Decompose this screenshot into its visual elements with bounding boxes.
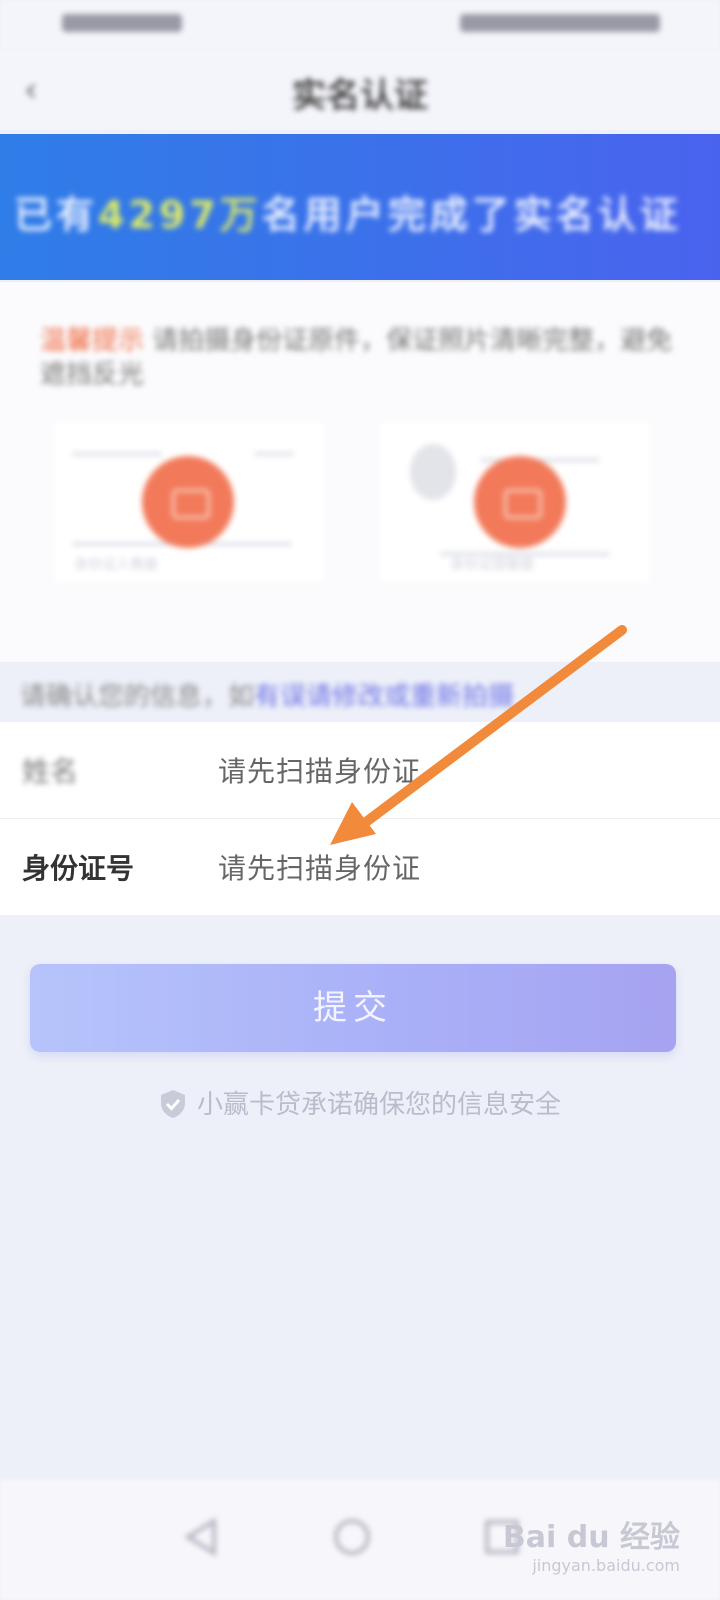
page-title: 实名认证	[292, 76, 428, 116]
confirm-link[interactable]: 有误请修改或重新拍摄	[254, 682, 514, 712]
banner: 已有4297万名用户完成了实名认证	[0, 134, 720, 280]
banner-suffix: 名用户完成了实名认证	[261, 193, 682, 237]
shield-icon	[160, 1090, 185, 1118]
camera-icon[interactable]	[474, 456, 566, 548]
security-note: 小赢卡贷承诺确保您的信息安全	[0, 1084, 720, 1121]
status-bar	[0, 0, 720, 50]
security-note-text: 小赢卡贷承诺确保您的信息安全	[196, 1090, 561, 1120]
confirm-prefix: 请确认您的信息，如	[20, 682, 255, 712]
signal-icon	[62, 14, 182, 32]
id-number-label: 身份证号	[22, 852, 135, 885]
tip-tag: 温馨提示	[40, 326, 145, 356]
name-row[interactable]: 姓名 请先扫描身份证	[0, 722, 720, 819]
back-card-label: 身份证国徽面	[450, 557, 534, 573]
front-card-label: 身份证人像面	[74, 557, 158, 573]
upload-section: 温馨提示 请拍摄身份证原件，保证照片清晰完整，避免遮挡反光 身份证人像面 身份证…	[0, 282, 720, 662]
submit-button[interactable]: 提交	[30, 964, 676, 1052]
confirm-hint: 请确认您的信息，如有误请修改或重新拍摄	[20, 676, 514, 713]
banner-text: 已有4297万名用户完成了实名认证	[14, 184, 682, 239]
id-front-card[interactable]: 身份证人像面	[54, 422, 324, 582]
camera-icon[interactable]	[142, 456, 234, 548]
id-back-card[interactable]: 身份证国徽面	[380, 422, 650, 582]
name-field[interactable]: 请先扫描身份证	[218, 750, 421, 790]
name-label: 姓名	[22, 755, 79, 788]
upload-tip: 温馨提示 请拍摄身份证原件，保证照片清晰完整，避免遮挡反光	[40, 324, 680, 392]
nav-back-icon[interactable]	[180, 1515, 224, 1559]
nav-home-icon[interactable]	[330, 1515, 374, 1559]
id-number-field[interactable]: 请先扫描身份证	[218, 847, 421, 887]
watermark-site: jingyan.baidu.com	[532, 1556, 680, 1575]
banner-highlight: 4297万	[98, 193, 262, 237]
id-number-row[interactable]: 身份证号 请先扫描身份证	[0, 819, 720, 915]
battery-icon	[460, 14, 660, 32]
watermark-logo: Bai du 经验	[502, 1520, 680, 1555]
header: ‹ 实名认证	[0, 50, 720, 130]
emblem-icon	[410, 444, 456, 500]
banner-prefix: 已有	[14, 193, 99, 237]
info-form: 姓名 请先扫描身份证 身份证号 请先扫描身份证	[0, 722, 720, 915]
